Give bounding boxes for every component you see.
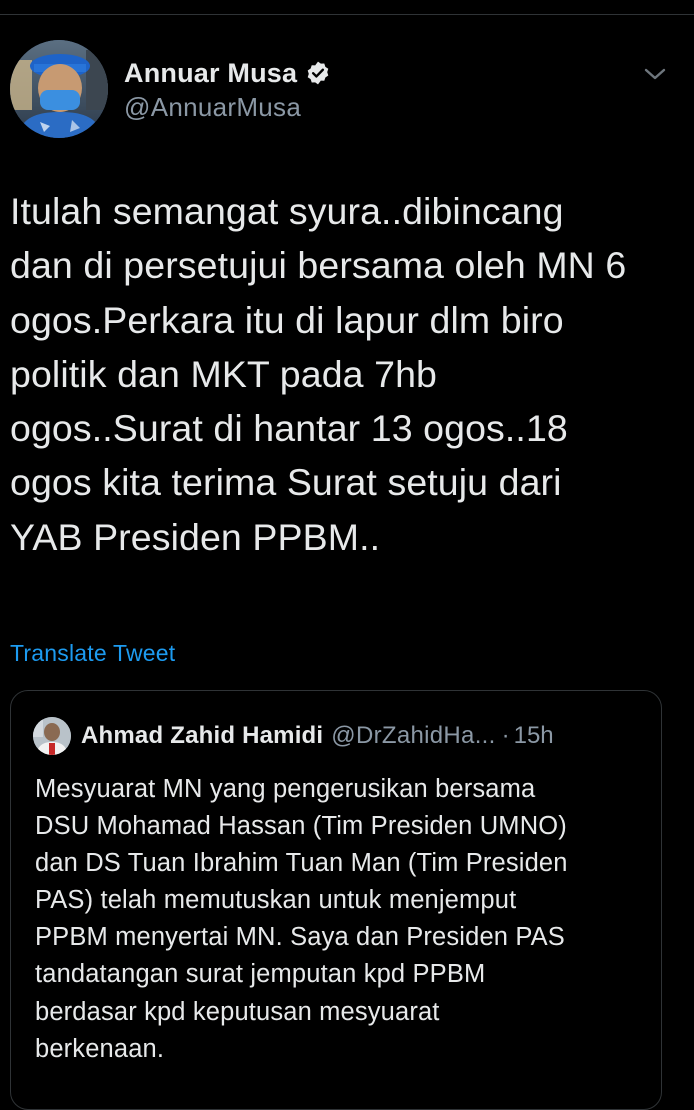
author-block: Annuar Musa @AnnuarMusa <box>124 56 331 123</box>
quoted-meta-separator: · <box>501 722 510 749</box>
author-avatar[interactable] <box>10 40 108 138</box>
tweet-header: Annuar Musa @AnnuarMusa <box>10 40 684 140</box>
quoted-author-handle[interactable]: @DrZahidHa... <box>331 722 495 750</box>
display-name-row: Annuar Musa <box>124 56 331 90</box>
avatar-image <box>10 40 108 138</box>
quoted-avatar-image <box>33 717 71 755</box>
translate-tweet-link[interactable]: Translate Tweet <box>10 640 175 667</box>
quoted-author-avatar[interactable] <box>33 717 71 755</box>
quoted-author-display-name[interactable]: Ahmad Zahid Hamidi <box>81 722 323 750</box>
chevron-down-icon[interactable] <box>642 64 668 84</box>
quoted-tweet-header: Ahmad Zahid Hamidi @DrZahidHa... · 15h <box>33 717 554 755</box>
author-handle[interactable]: @AnnuarMusa <box>124 92 331 123</box>
verified-badge-icon <box>305 60 331 86</box>
quoted-tweet-text: Mesyuarat MN yang pengerusikan bersama D… <box>35 775 568 1063</box>
quoted-tweet-card[interactable]: Ahmad Zahid Hamidi @DrZahidHa... · 15h M… <box>10 690 662 1110</box>
tweet-text: Itulah semangat syura..dibincang dan di … <box>10 190 627 558</box>
quoted-tweet-time[interactable]: 15h <box>514 722 554 750</box>
top-divider <box>0 14 694 15</box>
author-display-name[interactable]: Annuar Musa <box>124 58 297 89</box>
